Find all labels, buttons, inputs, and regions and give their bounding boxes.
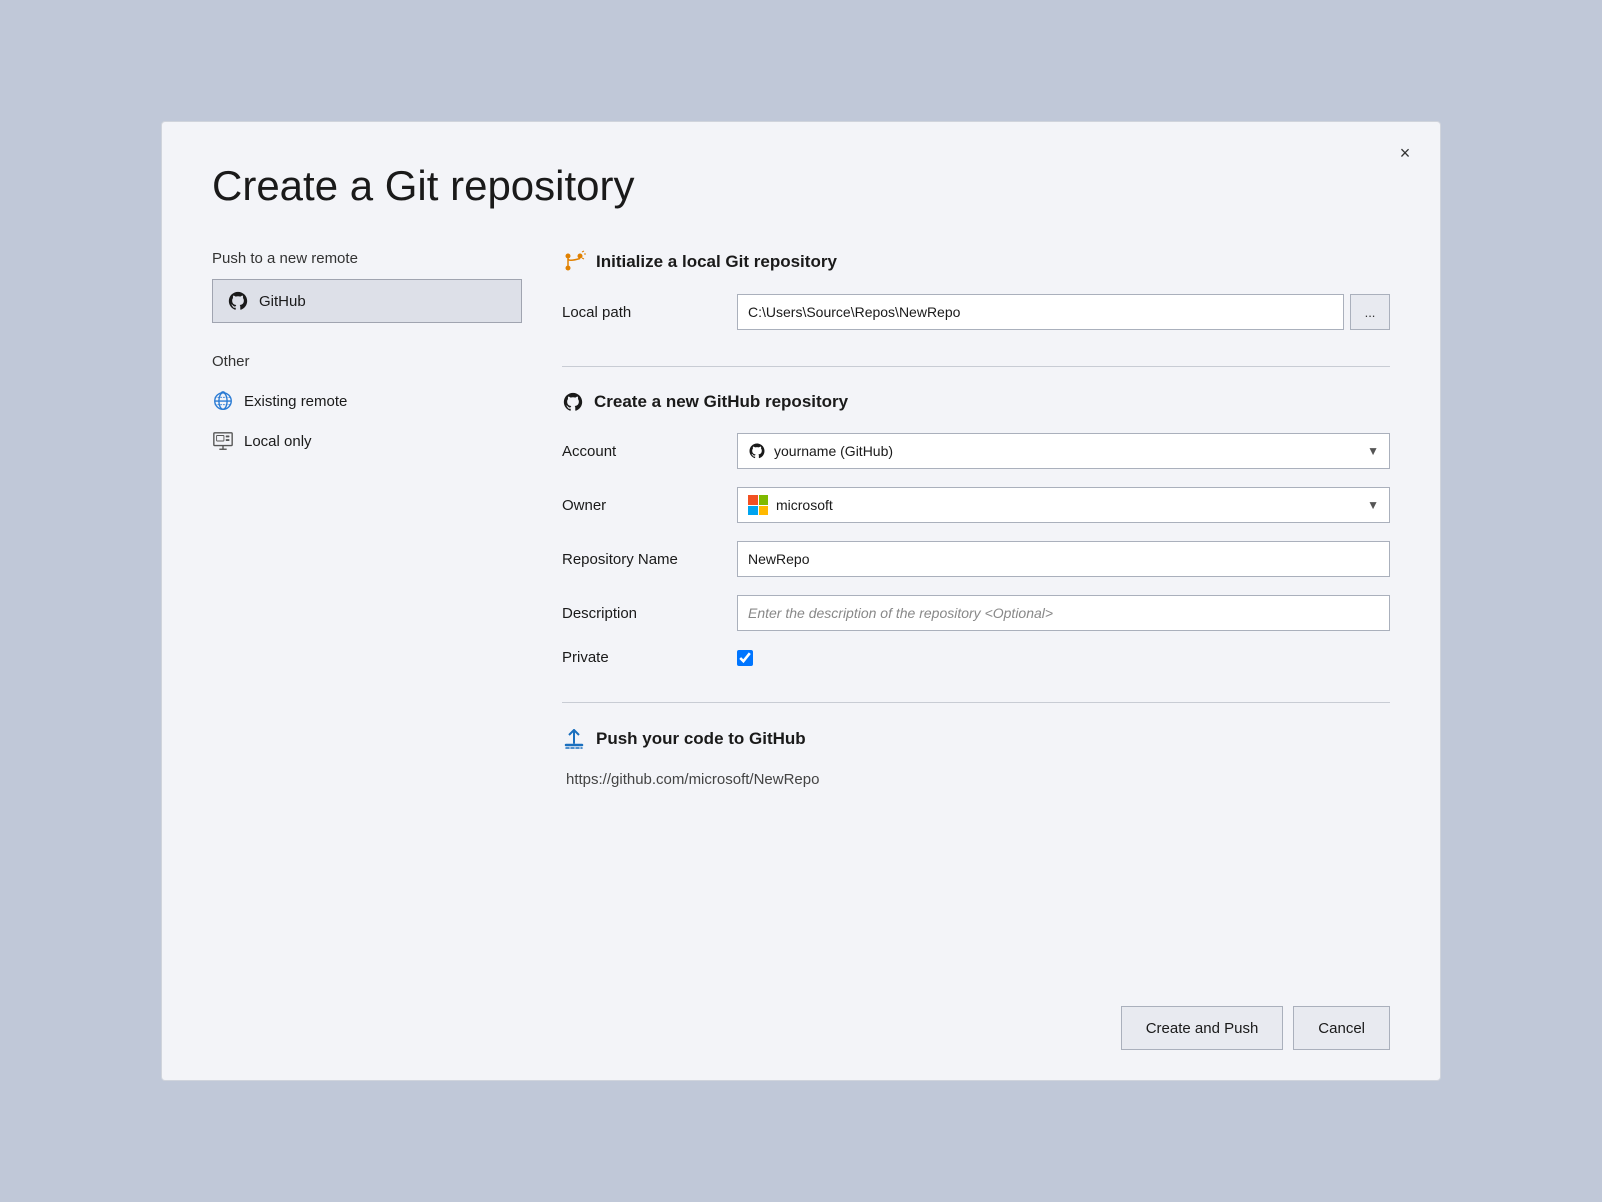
local-path-control: ... bbox=[737, 294, 1390, 330]
section-divider-1 bbox=[562, 366, 1390, 367]
owner-control: microsoft ▼ bbox=[737, 487, 1390, 523]
sidebar-other-section: Other Existing remote bbox=[212, 353, 522, 458]
sidebar-item-github[interactable]: GitHub bbox=[212, 279, 522, 323]
sidebar: Push to a new remote GitHub Other bbox=[212, 250, 522, 976]
github-section-header: Create a new GitHub repository bbox=[562, 391, 1390, 413]
github-section: Create a new GitHub repository Account bbox=[562, 391, 1390, 666]
repo-name-input[interactable] bbox=[737, 541, 1390, 577]
push-to-new-remote-label: Push to a new remote bbox=[212, 250, 522, 267]
local-only-label: Local only bbox=[244, 433, 312, 450]
local-path-row: Local path ... bbox=[562, 294, 1390, 330]
cancel-button[interactable]: Cancel bbox=[1293, 1006, 1390, 1050]
github-icon bbox=[227, 290, 249, 312]
push-section-header: Push your code to GitHub bbox=[562, 727, 1390, 751]
git-init-icon bbox=[562, 250, 586, 274]
browse-button[interactable]: ... bbox=[1350, 294, 1390, 330]
private-row: Private bbox=[562, 649, 1390, 666]
monitor-icon bbox=[212, 430, 234, 452]
private-checkbox-wrapper bbox=[737, 650, 753, 666]
local-path-input[interactable] bbox=[737, 294, 1344, 330]
description-label: Description bbox=[562, 605, 737, 622]
dialog-title: Create a Git repository bbox=[212, 162, 1390, 210]
description-input[interactable] bbox=[737, 595, 1390, 631]
owner-value: microsoft bbox=[776, 497, 833, 513]
account-github-icon bbox=[748, 442, 766, 460]
github-item-label: GitHub bbox=[259, 293, 306, 310]
private-control bbox=[737, 650, 1390, 666]
private-checkbox[interactable] bbox=[737, 650, 753, 666]
sidebar-item-existing-remote[interactable]: Existing remote bbox=[212, 384, 522, 418]
owner-select[interactable]: microsoft ▼ bbox=[737, 487, 1390, 523]
repo-name-control bbox=[737, 541, 1390, 577]
sidebar-item-local-only[interactable]: Local only bbox=[212, 424, 522, 458]
main-content: Initialize a local Git repository Local … bbox=[562, 250, 1390, 976]
local-path-label: Local path bbox=[562, 304, 737, 321]
repo-name-label: Repository Name bbox=[562, 551, 737, 568]
init-section: Initialize a local Git repository Local … bbox=[562, 250, 1390, 330]
push-icon bbox=[562, 727, 586, 751]
globe-icon bbox=[212, 390, 234, 412]
owner-dropdown-arrow: ▼ bbox=[1367, 498, 1379, 512]
dialog-body: Push to a new remote GitHub Other bbox=[212, 250, 1390, 976]
account-select[interactable]: yourname (GitHub) ▼ bbox=[737, 433, 1390, 469]
account-control: yourname (GitHub) ▼ bbox=[737, 433, 1390, 469]
create-git-repo-dialog: × Create a Git repository Push to a new … bbox=[161, 121, 1441, 1081]
other-label: Other bbox=[212, 353, 522, 370]
push-url: https://github.com/microsoft/NewRepo bbox=[566, 771, 1390, 788]
close-button[interactable]: × bbox=[1390, 138, 1420, 168]
private-label: Private bbox=[562, 649, 737, 666]
github-section-icon bbox=[562, 391, 584, 413]
existing-remote-label: Existing remote bbox=[244, 393, 347, 410]
owner-label: Owner bbox=[562, 497, 737, 514]
init-section-header: Initialize a local Git repository bbox=[562, 250, 1390, 274]
microsoft-logo bbox=[748, 495, 768, 515]
account-row: Account yourname (GitHub) ▼ bbox=[562, 433, 1390, 469]
github-section-title: Create a new GitHub repository bbox=[594, 392, 848, 412]
description-control bbox=[737, 595, 1390, 631]
account-select-wrapper[interactable]: yourname (GitHub) ▼ bbox=[737, 433, 1390, 469]
owner-row: Owner bbox=[562, 487, 1390, 523]
account-value: yourname (GitHub) bbox=[774, 443, 893, 459]
repo-name-row: Repository Name bbox=[562, 541, 1390, 577]
description-row: Description bbox=[562, 595, 1390, 631]
init-section-title: Initialize a local Git repository bbox=[596, 252, 837, 272]
push-section: Push your code to GitHub https://github.… bbox=[562, 727, 1390, 788]
section-divider-2 bbox=[562, 702, 1390, 703]
push-section-title: Push your code to GitHub bbox=[596, 729, 806, 749]
account-label: Account bbox=[562, 443, 737, 460]
create-and-push-button[interactable]: Create and Push bbox=[1121, 1006, 1284, 1050]
dialog-footer: Create and Push Cancel bbox=[212, 976, 1390, 1050]
owner-select-wrapper[interactable]: microsoft ▼ bbox=[737, 487, 1390, 523]
account-dropdown-arrow: ▼ bbox=[1367, 444, 1379, 458]
